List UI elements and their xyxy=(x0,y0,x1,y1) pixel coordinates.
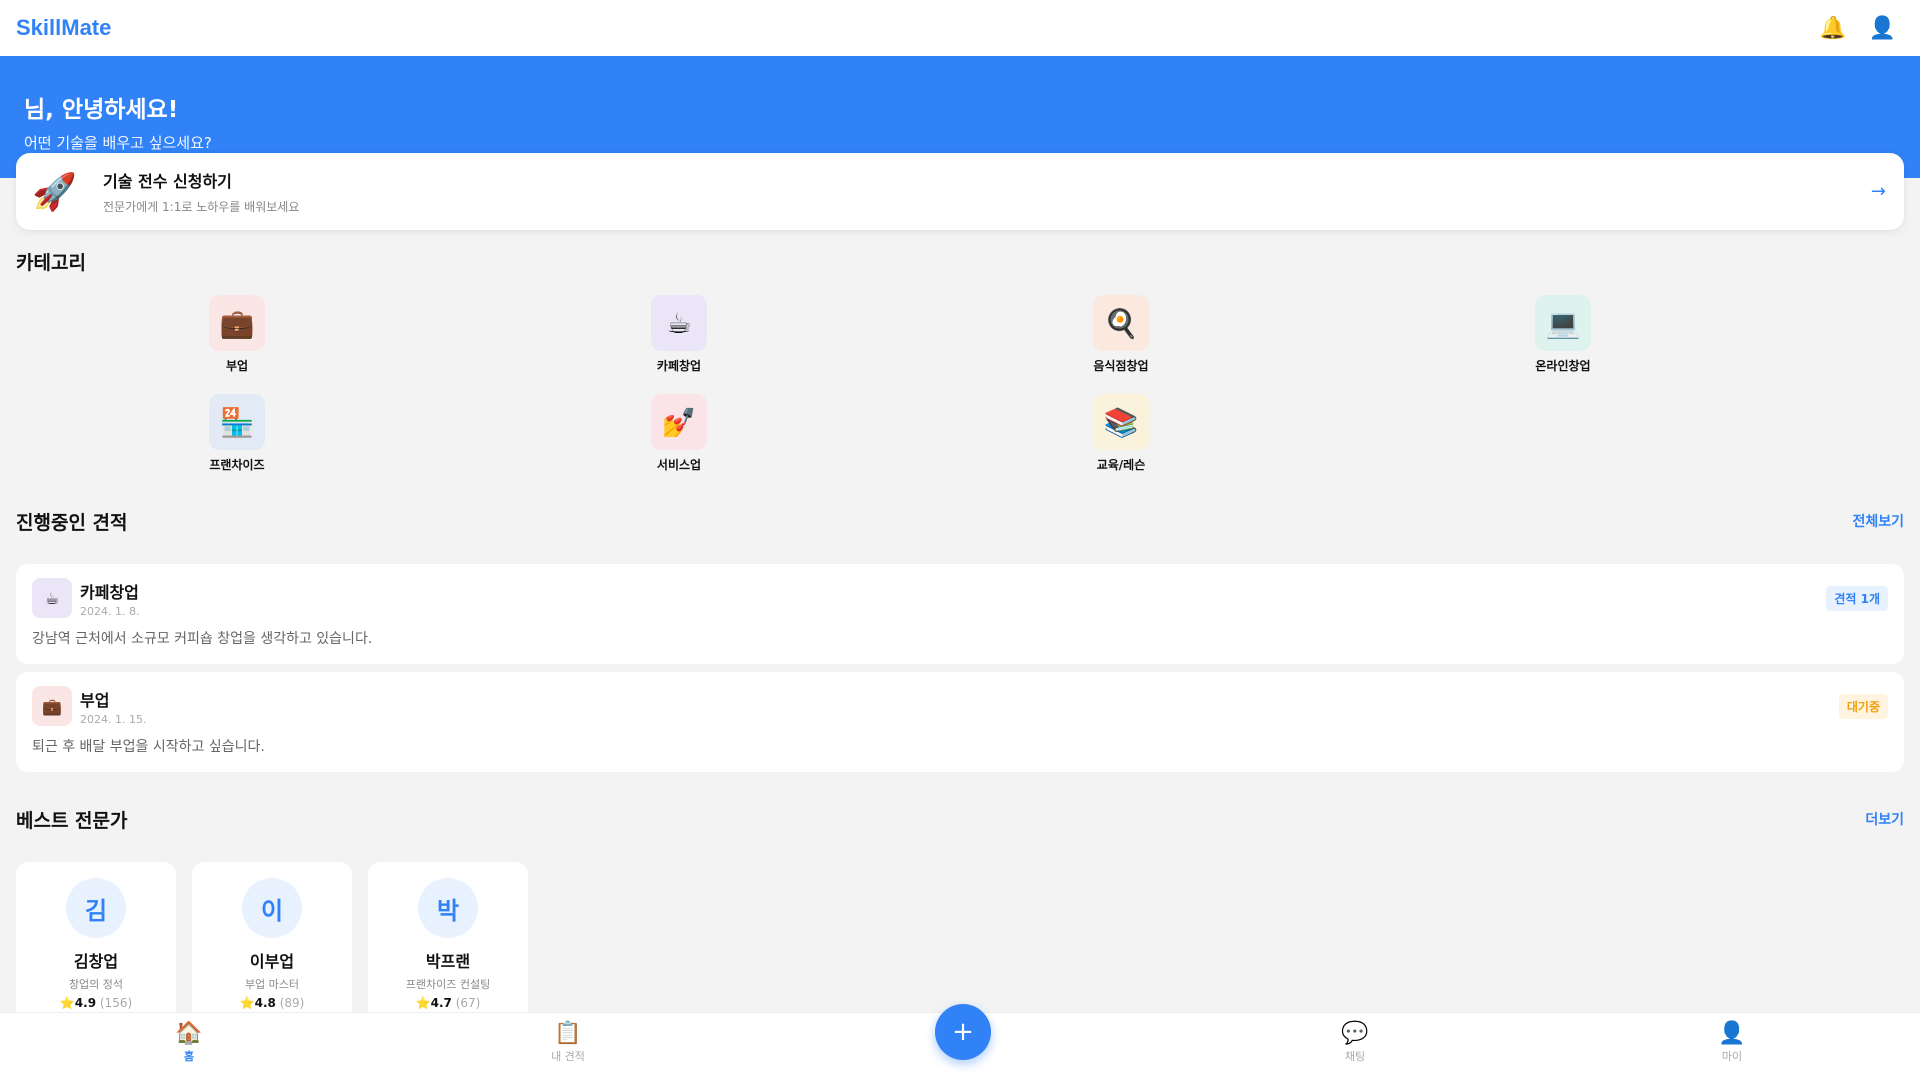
expert-rating: ⭐4.7 (67) xyxy=(416,996,481,1010)
quote-description: 퇴근 후 배달 부업을 시작하고 싶습니다. xyxy=(32,739,265,755)
rocket-icon: 🚀 xyxy=(32,171,77,213)
quotes-title: 진행중인 견적 xyxy=(16,512,128,534)
hero-subtitle: 어떤 기술을 배우고 싶으세요? xyxy=(24,134,212,152)
expert-name: 박프랜 xyxy=(425,952,471,971)
store-icon: 🏪 xyxy=(209,394,265,450)
quote-card-cafe[interactable]: ☕ 카페창업 2024. 1. 8. 견적 1개 강남역 근처에서 소규모 커피… xyxy=(16,564,1904,664)
quote-header: ☕ 카페창업 2024. 1. 8. 견적 1개 xyxy=(32,578,1888,618)
quote-title: 카페창업 xyxy=(80,582,139,602)
expert-role: 부업 마스터 xyxy=(244,978,300,991)
chat-bubble-icon: 💬 xyxy=(1341,1021,1369,1046)
bell-icon[interactable]: 🔔 xyxy=(1819,16,1846,41)
cta-text: 기술 전수 신청하기 전문가에게 1:1로 노하우를 배워보세요 xyxy=(84,168,1871,215)
category-education[interactable]: 📚 교육/레슨 xyxy=(900,394,1342,473)
nav-chat[interactable]: 💬 채팅 xyxy=(1315,1021,1395,1064)
quote-count-badge: 견적 1개 xyxy=(1826,585,1888,611)
review-count: (67) xyxy=(455,996,481,1010)
category-service[interactable]: 💅 서비스업 xyxy=(458,394,900,473)
quote-meta: 카페창업 2024. 1. 8. xyxy=(72,579,1826,618)
rating-value: 4.7 xyxy=(430,996,452,1010)
coffee-icon: ☕ xyxy=(651,295,707,351)
rating-value: 4.8 xyxy=(254,996,276,1010)
review-count: (89) xyxy=(279,996,305,1010)
clipboard-icon: 📋 xyxy=(554,1021,582,1046)
avatar: 김 xyxy=(66,878,126,938)
expert-rating: ⭐4.9 (156) xyxy=(60,996,132,1010)
quote-description: 강남역 근처에서 소규모 커피숍 창업을 생각하고 있습니다. xyxy=(32,631,373,647)
user-icon: 👤 xyxy=(1718,1021,1746,1046)
star-icon: ⭐ xyxy=(59,996,75,1010)
category-restaurant[interactable]: 🍳 음식점창업 xyxy=(900,295,1342,374)
category-grid: 💼 부업 ☕ 카페창업 🍳 음식점창업 💻 온라인창업 🏪 프랜차이즈 💅 서비… xyxy=(16,295,1904,473)
category-label: 카페창업 xyxy=(656,359,702,373)
quote-title: 부업 xyxy=(80,690,110,710)
view-all-link[interactable]: 전체보기 xyxy=(1852,511,1904,531)
expert-name: 이부업 xyxy=(249,952,295,971)
books-icon: 📚 xyxy=(1093,394,1149,450)
star-icon: ⭐ xyxy=(239,996,255,1010)
nail-polish-icon: 💅 xyxy=(651,394,707,450)
cta-subtitle: 전문가에게 1:1로 노하우를 배워보세요 xyxy=(103,200,300,214)
star-icon: ⭐ xyxy=(415,996,431,1010)
nav-label: 홈 xyxy=(183,1050,195,1063)
experts-title: 베스트 전문가 xyxy=(16,810,128,832)
quote-header: 💼 부업 2024. 1. 15. 대기중 xyxy=(32,686,1888,726)
categories-title: 카테고리 xyxy=(16,252,86,274)
app-logo[interactable]: SkillMate xyxy=(16,15,111,41)
nav-my-quotes[interactable]: 📋 내 견적 xyxy=(528,1021,608,1064)
apply-skill-transfer-card[interactable]: 🚀 기술 전수 신청하기 전문가에게 1:1로 노하우를 배워보세요 → xyxy=(16,153,1904,230)
expert-rating: ⭐4.8 (89) xyxy=(240,996,305,1010)
quote-meta: 부업 2024. 1. 15. xyxy=(72,687,1839,726)
category-online[interactable]: 💻 온라인창업 xyxy=(1342,295,1784,374)
avatar: 이 xyxy=(242,878,302,938)
expert-name: 김창업 xyxy=(73,952,119,971)
category-cafe[interactable]: ☕ 카페창업 xyxy=(458,295,900,374)
nav-home[interactable]: 🏠 홈 xyxy=(149,1021,229,1064)
briefcase-icon: 💼 xyxy=(209,295,265,351)
profile-icon[interactable]: 👤 xyxy=(1869,16,1896,41)
expert-card[interactable]: 박 박프랜 프랜차이즈 컨설팅 ⭐4.7 (67) xyxy=(368,862,528,1022)
category-label: 프랜차이즈 xyxy=(209,458,265,472)
quote-date: 2024. 1. 8. xyxy=(80,604,140,618)
frying-pan-icon: 🍳 xyxy=(1093,295,1149,351)
add-request-button[interactable]: + xyxy=(935,1004,991,1060)
home-icon: 🏠 xyxy=(175,1021,203,1046)
top-bar: SkillMate 🔔 👤 xyxy=(0,0,1920,56)
nav-label: 내 견적 xyxy=(551,1050,585,1063)
quote-card-side-job[interactable]: 💼 부업 2024. 1. 15. 대기중 퇴근 후 배달 부업을 시작하고 싶… xyxy=(16,672,1904,772)
arrow-right-icon: → xyxy=(1870,181,1886,202)
briefcase-icon: 💼 xyxy=(32,686,72,726)
category-label: 부업 xyxy=(225,359,249,373)
avatar: 박 xyxy=(418,878,478,938)
status-badge: 대기중 xyxy=(1838,693,1888,719)
category-label: 교육/레슨 xyxy=(1096,458,1146,472)
top-actions: 🔔 👤 xyxy=(1819,16,1896,41)
nav-my[interactable]: 👤 마이 xyxy=(1692,1021,1772,1064)
more-link[interactable]: 더보기 xyxy=(1865,809,1904,829)
expert-role: 창업의 정석 xyxy=(68,978,124,991)
nav-label: 채팅 xyxy=(1344,1050,1366,1063)
laptop-icon: 💻 xyxy=(1535,295,1591,351)
nav-label: 마이 xyxy=(1721,1050,1743,1063)
expert-list: 김 김창업 창업의 정석 ⭐4.9 (156) 이 이부업 부업 마스터 ⭐4.… xyxy=(16,862,528,1022)
expert-card[interactable]: 이 이부업 부업 마스터 ⭐4.8 (89) xyxy=(192,862,352,1022)
greeting: 님, 안녕하세요! xyxy=(24,97,179,123)
category-side-job[interactable]: 💼 부업 xyxy=(16,295,458,374)
quote-date: 2024. 1. 15. xyxy=(80,712,147,726)
expert-card[interactable]: 김 김창업 창업의 정석 ⭐4.9 (156) xyxy=(16,862,176,1022)
expert-role: 프랜차이즈 컨설팅 xyxy=(405,978,491,991)
coffee-icon: ☕ xyxy=(32,578,72,618)
category-franchise[interactable]: 🏪 프랜차이즈 xyxy=(16,394,458,473)
cta-title: 기술 전수 신청하기 xyxy=(103,172,232,191)
category-label: 음식점창업 xyxy=(1093,359,1149,373)
rating-value: 4.9 xyxy=(74,996,97,1010)
category-label: 서비스업 xyxy=(656,458,702,472)
category-label: 온라인창업 xyxy=(1535,359,1591,373)
review-count: (156) xyxy=(99,996,133,1010)
